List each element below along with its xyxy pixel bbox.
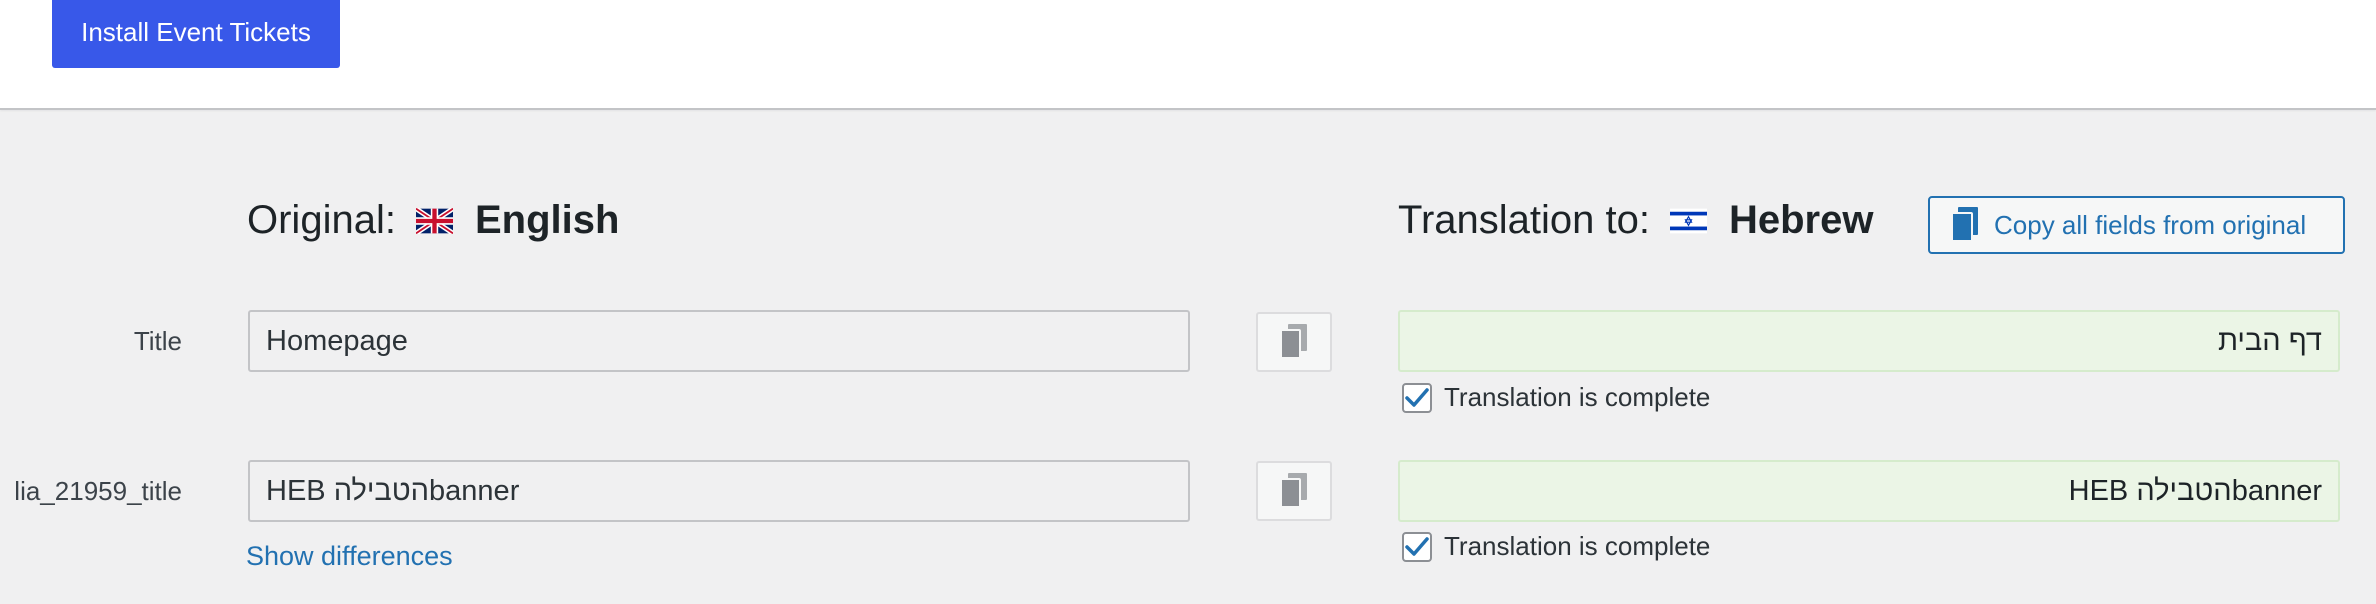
title-translation-complete[interactable]: Translation is complete xyxy=(1402,382,1710,413)
copy-all-fields-button[interactable]: Copy all fields from original xyxy=(1928,196,2345,254)
field-label-banner-title: lia_21959_title xyxy=(14,476,182,506)
translated-banner-title-input[interactable]: HEB הטבילהbanner xyxy=(1398,460,2340,522)
copy-banner-title-button[interactable] xyxy=(1256,461,1332,521)
title-complete-label: Translation is complete xyxy=(1444,382,1711,412)
checkmark-icon xyxy=(1405,536,1429,556)
banner-title-translation-complete[interactable]: Translation is complete xyxy=(1402,531,1710,562)
copy-icon xyxy=(1280,473,1307,508)
copy-icon xyxy=(1280,324,1307,359)
install-event-tickets-button[interactable]: Install Event Tickets xyxy=(52,0,340,68)
show-differences-link[interactable]: Show differences xyxy=(246,541,453,572)
original-banner-title-field: HEB הטבילהbanner xyxy=(248,460,1190,522)
banner-title-complete-checkbox[interactable] xyxy=(1402,531,1432,562)
original-prefix: Original: xyxy=(247,198,396,242)
copy-title-button[interactable] xyxy=(1256,312,1332,372)
banner-title-complete-label: Translation is complete xyxy=(1444,531,1711,561)
translation-prefix: Translation to: xyxy=(1398,198,1650,242)
israel-flag-icon xyxy=(1669,208,1707,233)
checkmark-icon xyxy=(1405,387,1429,407)
uk-flag-icon xyxy=(415,207,453,234)
original-language: English xyxy=(474,198,620,242)
field-label-title: Title xyxy=(133,326,182,356)
translation-language: Hebrew xyxy=(1728,198,1874,242)
translated-title-input[interactable]: דף הבית xyxy=(1398,310,2340,372)
copy-all-label: Copy all fields from original xyxy=(1994,209,2307,240)
title-complete-checkbox[interactable] xyxy=(1402,382,1432,413)
original-heading: Original: English xyxy=(247,198,619,243)
translation-heading: Translation to: Hebrew xyxy=(1398,198,1873,243)
top-bar: Install Event Tickets xyxy=(0,0,2376,110)
copy-icon xyxy=(1951,207,1978,242)
original-title-field: Homepage xyxy=(248,310,1190,372)
